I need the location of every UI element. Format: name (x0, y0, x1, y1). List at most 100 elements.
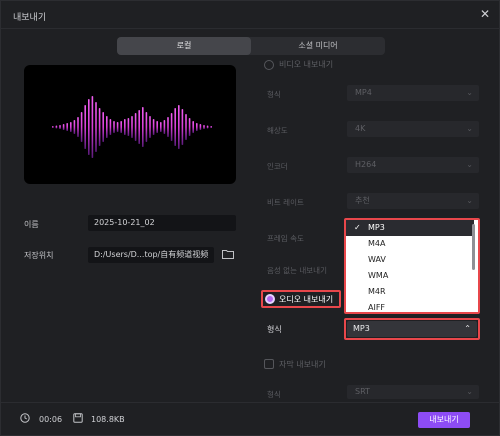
title-divider (1, 28, 500, 29)
waveform-bar (188, 118, 191, 136)
waveform-bar (124, 119, 126, 135)
dropdown-scrollbar[interactable] (472, 224, 475, 270)
waveform-bar (160, 122, 162, 132)
export-button[interactable]: 내보내기 (418, 412, 470, 428)
waveform-graphic (52, 96, 212, 158)
waveform-bar (127, 118, 130, 136)
waveform-bar (206, 125, 209, 129)
bitrate-value: 추천 (355, 196, 370, 205)
waveform-bar (52, 126, 54, 128)
waveform-bar (149, 116, 151, 138)
waveform-bar (55, 125, 58, 129)
waveform-bar (62, 124, 65, 130)
bitrate-select[interactable]: 추천 ⌄ (347, 193, 479, 209)
name-label: 이름 (24, 220, 39, 229)
encoder-label: 인코더 (267, 162, 288, 171)
dropdown-option-label: MP3 (368, 223, 385, 232)
title-bar: 내보내기 ✕ (1, 1, 500, 29)
audio-format-dropdown: ✓ MP3 M4A WAV WMA M4R AIFF (344, 218, 480, 314)
tab-local[interactable]: 로컬 (117, 37, 251, 55)
waveform-bar (181, 109, 184, 145)
resolution-label: 해상도 (267, 126, 288, 135)
waveform-bar (174, 108, 176, 146)
dropdown-option-mp3[interactable]: ✓ MP3 (346, 220, 474, 236)
waveform-bar (59, 125, 61, 129)
subtitle-format-select[interactable]: SRT ⌄ (347, 385, 479, 399)
mute-export-label: 음성 없는 내보내기 (267, 266, 327, 275)
waveform-bar (167, 117, 169, 137)
name-input[interactable]: 2025-10-21_02 (88, 215, 236, 231)
frame-rate-label: 프레임 속도 (267, 234, 304, 243)
video-format-value: MP4 (355, 88, 372, 97)
waveform-bar (113, 121, 115, 133)
waveform-bar (109, 119, 112, 135)
waveform-bar (138, 110, 140, 144)
waveform-bar (210, 126, 212, 128)
dropdown-option-wav[interactable]: WAV (346, 252, 474, 268)
close-icon[interactable]: ✕ (478, 7, 492, 21)
waveform-bar (95, 102, 97, 152)
waveform-bar (84, 105, 86, 149)
dropdown-option-wma[interactable]: WMA (346, 268, 474, 284)
tab-bar: 로컬 소셜 미디어 (117, 37, 385, 55)
audio-format-value: MP3 (353, 324, 370, 333)
waveform-bar (98, 108, 101, 146)
waveform-bar (185, 114, 187, 140)
audio-export-radio[interactable] (265, 294, 275, 304)
audio-preview-thumbnail (24, 65, 236, 184)
waveform-bar (196, 123, 198, 131)
video-format-select[interactable]: MP4 ⌄ (347, 85, 479, 101)
dropdown-option-label: M4A (368, 239, 386, 248)
subtitle-export-label: 자막 내보내기 (279, 360, 326, 369)
dialog-title: 내보내기 (13, 13, 47, 23)
resolution-select[interactable]: 4K ⌄ (347, 121, 479, 137)
dropdown-option-m4r[interactable]: M4R (346, 284, 474, 300)
audio-format-select[interactable]: MP3 ⌃ (347, 321, 477, 337)
subtitle-format-label: 형식 (267, 390, 281, 399)
dropdown-option-m4a[interactable]: M4A (346, 236, 474, 252)
clock-icon (20, 413, 30, 423)
file-size-text: 108.8KB (91, 415, 125, 424)
waveform-bar (131, 116, 133, 138)
checkmark-icon: ✓ (354, 223, 361, 232)
video-format-label: 형식 (267, 90, 281, 99)
audio-format-label: 형식 (267, 325, 282, 334)
waveform-bar (102, 112, 104, 142)
encoder-value: H264 (355, 160, 377, 169)
waveform-bar (192, 121, 194, 133)
subtitle-export-checkbox[interactable] (264, 359, 274, 369)
chevron-down-icon: ⌄ (466, 160, 473, 169)
waveform-bar (134, 113, 137, 141)
subtitle-format-value: SRT (355, 387, 370, 396)
save-location-input[interactable]: D:/Users/D...top/自有频道视频 (88, 247, 214, 263)
chevron-up-icon: ⌃ (464, 324, 471, 333)
waveform-bar (199, 124, 202, 130)
waveform-bar (156, 121, 158, 133)
bitrate-label: 비트 레이트 (267, 198, 304, 207)
waveform-bar (66, 123, 68, 131)
waveform-bar (120, 121, 122, 133)
waveform-bar (142, 107, 144, 147)
folder-icon[interactable] (222, 249, 234, 259)
video-export-radio[interactable] (264, 60, 274, 70)
waveform-bar (70, 122, 72, 132)
export-dialog: 내보내기 ✕ 로컬 소셜 미디어 이름 2025-10-21_02 저장위치 D… (0, 0, 500, 436)
dropdown-option-label: AIFF (368, 303, 386, 312)
audio-export-label: 오디오 내보내기 (279, 295, 334, 304)
waveform-bar (170, 113, 173, 141)
resolution-value: 4K (355, 124, 366, 133)
waveform-bar (203, 125, 205, 129)
save-size-icon (73, 413, 83, 423)
waveform-bar (178, 105, 180, 149)
tab-social-media[interactable]: 소셜 미디어 (251, 37, 385, 55)
waveform-bar (163, 120, 166, 134)
waveform-bar (106, 116, 108, 138)
waveform-bar (73, 120, 76, 134)
waveform-bar (116, 122, 119, 132)
duration-text: 00:06 (39, 415, 63, 424)
dropdown-option-label: M4R (368, 287, 386, 296)
chevron-down-icon: ⌄ (466, 196, 473, 205)
dropdown-option-aiff[interactable]: AIFF (346, 300, 474, 312)
encoder-select[interactable]: H264 ⌄ (347, 157, 479, 173)
save-location-label: 저장위치 (24, 251, 54, 260)
